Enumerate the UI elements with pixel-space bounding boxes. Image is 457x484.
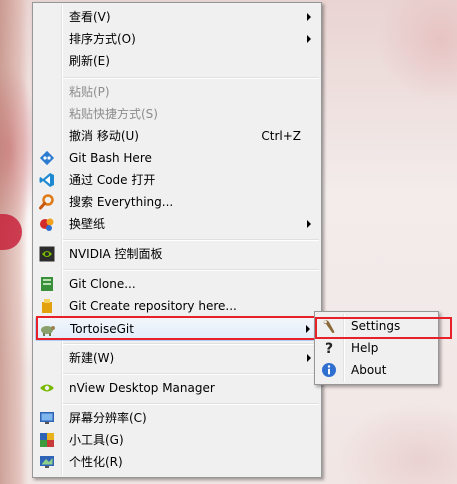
everything-search-icon: [39, 194, 54, 210]
vscode-icon: [39, 173, 54, 187]
tortoisegit-submenu: Settings ? Help About: [314, 311, 439, 385]
submenu-item-label: Settings: [351, 319, 401, 333]
submenu-item-help[interactable]: ? Help: [317, 337, 436, 359]
menu-item-refresh[interactable]: 刷新(E): [35, 50, 319, 72]
git-bash-icon: [39, 150, 55, 166]
menu-item-git-bash-here[interactable]: Git Bash Here: [35, 147, 319, 169]
menu-item-label: 粘贴快捷方式(S): [69, 107, 158, 121]
menu-item-change-wallpaper[interactable]: 换壁纸: [35, 213, 319, 235]
help-icon: ?: [325, 341, 333, 356]
submenu-item-label: Help: [351, 341, 379, 355]
menu-item-screen-resolution[interactable]: 屏幕分辨率(C): [35, 407, 319, 429]
menu-item-git-clone[interactable]: Git Clone...: [35, 273, 319, 295]
menu-item-nview-desktop-manager[interactable]: nView Desktop Manager: [35, 377, 319, 399]
menu-item-personalize[interactable]: 个性化(R): [35, 451, 319, 473]
menu-item-label: 换壁纸: [69, 217, 106, 231]
menu-item-undo-move[interactable]: 撤消 移动(U) Ctrl+Z: [35, 125, 319, 147]
menu-separator: [63, 77, 319, 79]
menu-separator: [63, 343, 319, 345]
menu-item-label: 屏幕分辨率(C): [69, 411, 147, 425]
submenu-arrow-icon: [307, 354, 311, 362]
menu-item-new[interactable]: 新建(W): [35, 347, 319, 369]
menu-item-search-everything[interactable]: 搜索 Everything...: [35, 191, 319, 213]
info-icon: [322, 363, 336, 377]
screen-resolution-icon: [40, 412, 54, 424]
menu-item-label: 排序方式(O): [69, 32, 136, 46]
menu-item-label: nView Desktop Manager: [69, 381, 215, 395]
menu-item-label: Git Create repository here...: [69, 299, 237, 313]
menu-item-label: 查看(V): [69, 10, 111, 24]
submenu-arrow-icon: [306, 325, 310, 333]
menu-item-label: 搜索 Everything...: [69, 195, 174, 209]
desktop-context-menu: 查看(V) 排序方式(O) 刷新(E) 粘贴(P) 粘贴快捷方式(S) 撤消 移…: [32, 2, 322, 478]
menu-item-label: Git Bash Here: [69, 151, 152, 165]
nview-icon: [40, 384, 54, 392]
menu-item-view[interactable]: 查看(V): [35, 6, 319, 28]
menu-item-paste-shortcut: 粘贴快捷方式(S): [35, 103, 319, 125]
menu-item-sort-by[interactable]: 排序方式(O): [35, 28, 319, 50]
menu-item-label: 粘贴(P): [69, 85, 110, 99]
nvidia-icon: [39, 246, 55, 262]
submenu-arrow-icon: [307, 220, 311, 228]
tortoisegit-icon: [41, 326, 55, 336]
submenu-item-label: About: [351, 363, 387, 377]
menu-item-label: 个性化(R): [69, 455, 123, 469]
menu-item-shortcut: Ctrl+Z: [261, 129, 301, 143]
personalize-icon: [40, 456, 54, 468]
gadgets-icon: [40, 433, 54, 447]
submenu-item-about[interactable]: About: [317, 359, 436, 381]
menu-item-label: 刷新(E): [69, 54, 110, 68]
menu-item-tortoisegit[interactable]: TortoiseGit: [35, 317, 319, 341]
menu-item-open-with-code[interactable]: 通过 Code 打开: [35, 169, 319, 191]
menu-item-label: NVIDIA 控制面板: [69, 247, 163, 261]
menu-item-label: Git Clone...: [69, 277, 136, 291]
menu-item-label: 撤消 移动(U): [69, 129, 139, 143]
menu-item-label: 小工具(G): [69, 433, 124, 447]
submenu-item-settings[interactable]: Settings: [317, 315, 436, 337]
menu-item-nvidia-control-panel[interactable]: NVIDIA 控制面板: [35, 243, 319, 265]
submenu-arrow-icon: [307, 13, 311, 21]
menu-separator: [63, 239, 319, 241]
menu-item-git-create-repository[interactable]: Git Create repository here...: [35, 295, 319, 317]
settings-icon: [323, 320, 335, 333]
menu-item-label: 通过 Code 打开: [69, 173, 156, 187]
git-clone-icon: [41, 277, 53, 291]
wallpaper-changer-icon: [40, 218, 54, 231]
menu-item-label: TortoiseGit: [70, 322, 134, 336]
menu-item-gadgets[interactable]: 小工具(G): [35, 429, 319, 451]
submenu-arrow-icon: [307, 35, 311, 43]
menu-separator: [63, 403, 319, 405]
menu-item-label: 新建(W): [69, 351, 115, 365]
svg-text:?: ?: [325, 341, 333, 356]
menu-separator: [63, 373, 319, 375]
menu-separator: [63, 269, 319, 271]
menu-item-paste: 粘贴(P): [35, 81, 319, 103]
git-create-repo-icon: [42, 299, 52, 313]
